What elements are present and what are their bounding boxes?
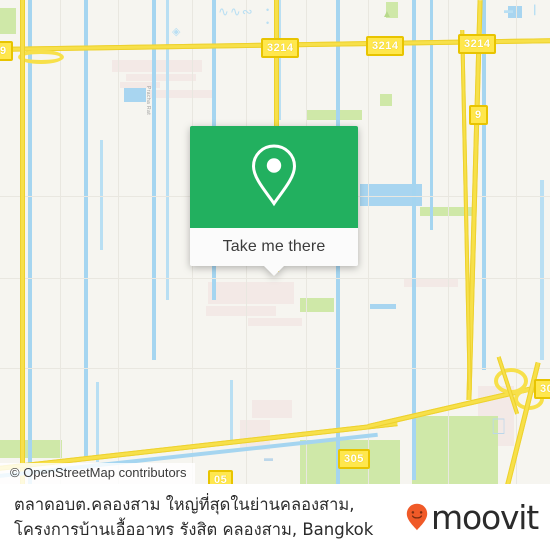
water-decoration: ┃ [532, 5, 539, 15]
map-pin-icon [247, 141, 301, 214]
landuse-park [0, 8, 16, 34]
landuse-residential [112, 60, 202, 72]
shield-30[interactable]: 30 [534, 379, 550, 399]
canal [482, 0, 486, 370]
canal [412, 0, 416, 480]
caption-line-1: ตลาดอบต.คลองสาม ใหญ่ที่สุดในย่านคลองสาม, [14, 495, 355, 514]
field-boundary [118, 0, 119, 484]
popup-pointer [263, 265, 285, 276]
popup-image-panel [190, 126, 358, 228]
landuse-residential [206, 306, 276, 316]
canal [230, 380, 233, 440]
canal [540, 180, 544, 360]
water-body [370, 304, 396, 309]
landuse-residential [208, 282, 294, 304]
landuse-residential [252, 400, 292, 418]
canal [28, 0, 32, 484]
shield-305[interactable]: 305 [338, 449, 370, 469]
canal [152, 0, 156, 360]
building-decoration: ▬ [264, 453, 274, 463]
take-me-there-label: Take me there [222, 238, 326, 255]
place-popup-card[interactable]: Take me there [190, 126, 358, 276]
shield-305-west[interactable]: 05 [208, 470, 234, 484]
canal [96, 382, 99, 462]
canal [84, 0, 88, 460]
moovit-place-card: ∿∿∾ • • ▲ ▬ ┃ ◈ ⎕ ▬ Pracha Rat 3214 3214… [0, 0, 550, 550]
field-boundary [448, 0, 449, 484]
highway-vertical-west[interactable] [20, 0, 25, 484]
moovit-logo[interactable]: moovit [406, 497, 539, 537]
landuse-residential [126, 74, 196, 81]
field-boundary [60, 0, 61, 484]
water-decoration: ▬ [504, 5, 514, 15]
landuse-residential [150, 90, 212, 98]
shield-3214-c[interactable]: 3214 [458, 34, 497, 54]
canal [100, 140, 103, 250]
osm-attribution[interactable]: © OpenStreetMap contributors [0, 463, 195, 484]
landuse-park [412, 416, 498, 484]
landuse-residential [248, 318, 302, 326]
moovit-wordmark: moovit [431, 497, 539, 537]
place-caption: ตลาดอบต.คลองสาม ใหญ่ที่สุดในย่านคลองสาม,… [14, 492, 406, 542]
road-label-vertical: Pracha Rat [145, 86, 151, 116]
field-boundary [368, 0, 369, 484]
popup-footer[interactable]: Take me there [190, 228, 358, 276]
shield-3214-a[interactable]: 3214 [261, 38, 300, 58]
building-decoration: ⎕ [492, 414, 507, 439]
tree-decoration: ▲ [382, 9, 393, 20]
water-decoration: • • [266, 5, 271, 28]
caption-line-2: โครงการบ้านเอื้ออาทร รังสิต คลองสาม, Ban… [14, 520, 374, 539]
caption-bar: ตลาดอบต.คลองสาม ใหญ่ที่สุดในย่านคลองสาม,… [0, 484, 550, 550]
shield-9-west[interactable]: 9 [0, 41, 13, 61]
shield-3214-b[interactable]: 3214 [366, 36, 405, 56]
water-body [124, 88, 146, 102]
moovit-pin-icon [406, 503, 428, 531]
pond-decoration: ◈ [172, 26, 182, 38]
landuse-park [306, 110, 362, 120]
water-decoration: ∿∿∾ [218, 4, 254, 19]
shield-9-east[interactable]: 9 [469, 105, 488, 125]
landuse-park [380, 94, 392, 106]
